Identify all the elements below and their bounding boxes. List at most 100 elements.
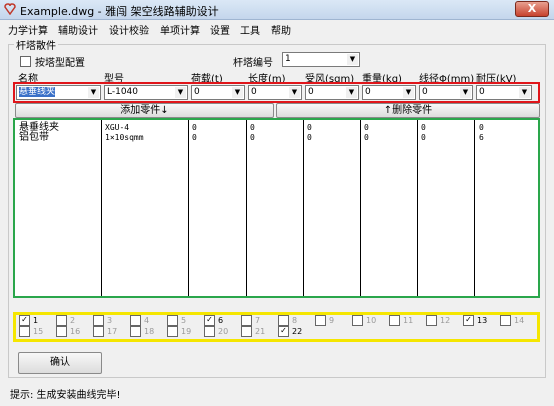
row1-length: 0	[250, 123, 255, 132]
cable-checkbox-16[interactable]: 16	[56, 326, 80, 337]
tower-no-label: 杆塔编号	[233, 58, 273, 69]
checkbox-empty[interactable]	[56, 315, 67, 326]
tower-no-value: 1	[285, 54, 291, 64]
cable-checkbox-12[interactable]: 12	[426, 315, 450, 326]
status-text: 提示: 生成安装曲线完毕!	[10, 390, 121, 401]
checkbox-empty[interactable]	[56, 326, 67, 337]
checkbox-empty[interactable]	[93, 326, 104, 337]
menu-aux-design[interactable]: 辅助设计	[58, 22, 98, 37]
cable-checkbox-label: 5	[181, 316, 187, 325]
wind-select[interactable]: 0 ▼	[305, 85, 359, 100]
col-model	[102, 120, 189, 296]
checkbox-empty[interactable]	[241, 315, 252, 326]
menu-tools[interactable]: 工具	[240, 22, 260, 37]
voltage-select[interactable]: 0 ▼	[476, 85, 532, 100]
cable-checkbox-label: 20	[218, 327, 229, 336]
window-title: Example.dwg - 雅闯 架空线路辅助设计	[20, 5, 219, 18]
checkbox-empty[interactable]	[389, 315, 400, 326]
cable-checkbox-11[interactable]: 11	[389, 315, 413, 326]
menu-help[interactable]: 帮助	[271, 22, 291, 37]
cable-checkbox-label: 8	[292, 316, 298, 325]
cable-checkbox-13[interactable]: ✓ 13	[463, 315, 487, 326]
cable-checkbox-label: 9	[329, 316, 335, 325]
cable-checkbox-17[interactable]: 17	[93, 326, 117, 337]
model-select[interactable]: L-1040 ▼	[104, 85, 188, 100]
checkbox-empty[interactable]	[278, 315, 289, 326]
checkmark-icon[interactable]: ✓	[204, 315, 215, 326]
confirm-button[interactable]: 确认	[18, 352, 102, 374]
weight-select[interactable]: 0 ▼	[362, 85, 416, 100]
chevron-down-icon: ▼	[289, 87, 300, 98]
checkbox-empty[interactable]	[130, 315, 141, 326]
delete-part-button[interactable]: ↑删除零件	[276, 103, 540, 118]
wire-select[interactable]: 0 ▼	[419, 85, 473, 100]
checkbox-empty[interactable]	[204, 326, 215, 337]
cable-checkbox-21[interactable]: 21	[241, 326, 265, 337]
cable-checkbox-15[interactable]: 15	[19, 326, 43, 337]
checkbox-empty[interactable]	[352, 315, 363, 326]
checkbox-empty[interactable]	[500, 315, 511, 326]
chevron-down-icon: ▼	[347, 54, 358, 65]
menu-mechanics[interactable]: 力学计算	[8, 22, 48, 37]
row2-load: 0	[192, 133, 197, 142]
load-select[interactable]: 0 ▼	[191, 85, 245, 100]
col-weight	[361, 120, 418, 296]
menu-settings[interactable]: 设置	[210, 22, 230, 37]
cable-checkbox-8[interactable]: 8	[278, 315, 297, 326]
by-tower-type-checkbox[interactable]	[20, 56, 31, 67]
app-icon	[4, 3, 16, 15]
checkmark-icon[interactable]: ✓	[19, 315, 30, 326]
cable-checkbox-label: 12	[440, 316, 451, 325]
cable-checkbox-14[interactable]: 14	[500, 315, 524, 326]
checkbox-empty[interactable]	[19, 326, 30, 337]
close-button[interactable]: X	[515, 1, 549, 17]
cable-checkbox-20[interactable]: 20	[204, 326, 228, 337]
checkbox-empty[interactable]	[93, 315, 104, 326]
cable-checkbox-4[interactable]: 4	[130, 315, 149, 326]
cable-checkbox-label: 17	[107, 327, 118, 336]
model-value: L-1040	[107, 87, 139, 97]
menu-item-calc[interactable]: 单项计算	[160, 22, 200, 37]
checkbox-empty[interactable]	[241, 326, 252, 337]
weight-value: 0	[365, 87, 371, 97]
cable-checkbox-5[interactable]: 5	[167, 315, 186, 326]
cable-checkbox-label: 11	[403, 316, 414, 325]
tower-no-select[interactable]: 1 ▼	[282, 52, 360, 67]
group-title: 杆塔散件	[14, 37, 58, 52]
cable-checkbox-label: 2	[70, 316, 76, 325]
col-name	[15, 120, 102, 296]
cable-checkbox-22[interactable]: ✓ 22	[278, 326, 302, 337]
add-part-button[interactable]: 添加零件↓	[15, 103, 274, 118]
name-select[interactable]: 悬垂线夹 ▼	[16, 85, 101, 100]
row2-voltage: 6	[479, 133, 484, 142]
by-tower-type-option[interactable]: 按塔型配置	[20, 54, 85, 69]
cable-checkbox-19[interactable]: 19	[167, 326, 191, 337]
cable-checkbox-10[interactable]: 10	[352, 315, 376, 326]
cable-checkbox-label: 6	[218, 316, 224, 325]
cable-checkbox-9[interactable]: 9	[315, 315, 334, 326]
checkbox-empty[interactable]	[167, 315, 178, 326]
checkbox-empty[interactable]	[167, 326, 178, 337]
cable-checkbox-18[interactable]: 18	[130, 326, 154, 337]
cable-checkbox-label: 16	[70, 327, 81, 336]
cable-checkbox-label: 19	[181, 327, 192, 336]
cable-checkbox-1[interactable]: ✓ 1	[19, 315, 38, 326]
checkbox-empty[interactable]	[130, 326, 141, 337]
cable-checkbox-7[interactable]: 7	[241, 315, 260, 326]
chevron-down-icon: ▼	[403, 87, 414, 98]
row2-weight: 0	[364, 133, 369, 142]
menu-design-check[interactable]: 设计校验	[109, 22, 149, 37]
cable-checkbox-3[interactable]: 3	[93, 315, 112, 326]
wire-value: 0	[422, 87, 428, 97]
voltage-value: 0	[479, 87, 485, 97]
checkbox-empty[interactable]	[315, 315, 326, 326]
length-select[interactable]: 0 ▼	[248, 85, 302, 100]
cable-checkbox-6[interactable]: ✓ 6	[204, 315, 223, 326]
checkmark-icon[interactable]: ✓	[463, 315, 474, 326]
length-value: 0	[251, 87, 257, 97]
row1-wire: 0	[421, 123, 426, 132]
cable-checkbox-2[interactable]: 2	[56, 315, 75, 326]
checkmark-icon[interactable]: ✓	[278, 326, 289, 337]
cable-checkbox-label: 7	[255, 316, 261, 325]
checkbox-empty[interactable]	[426, 315, 437, 326]
